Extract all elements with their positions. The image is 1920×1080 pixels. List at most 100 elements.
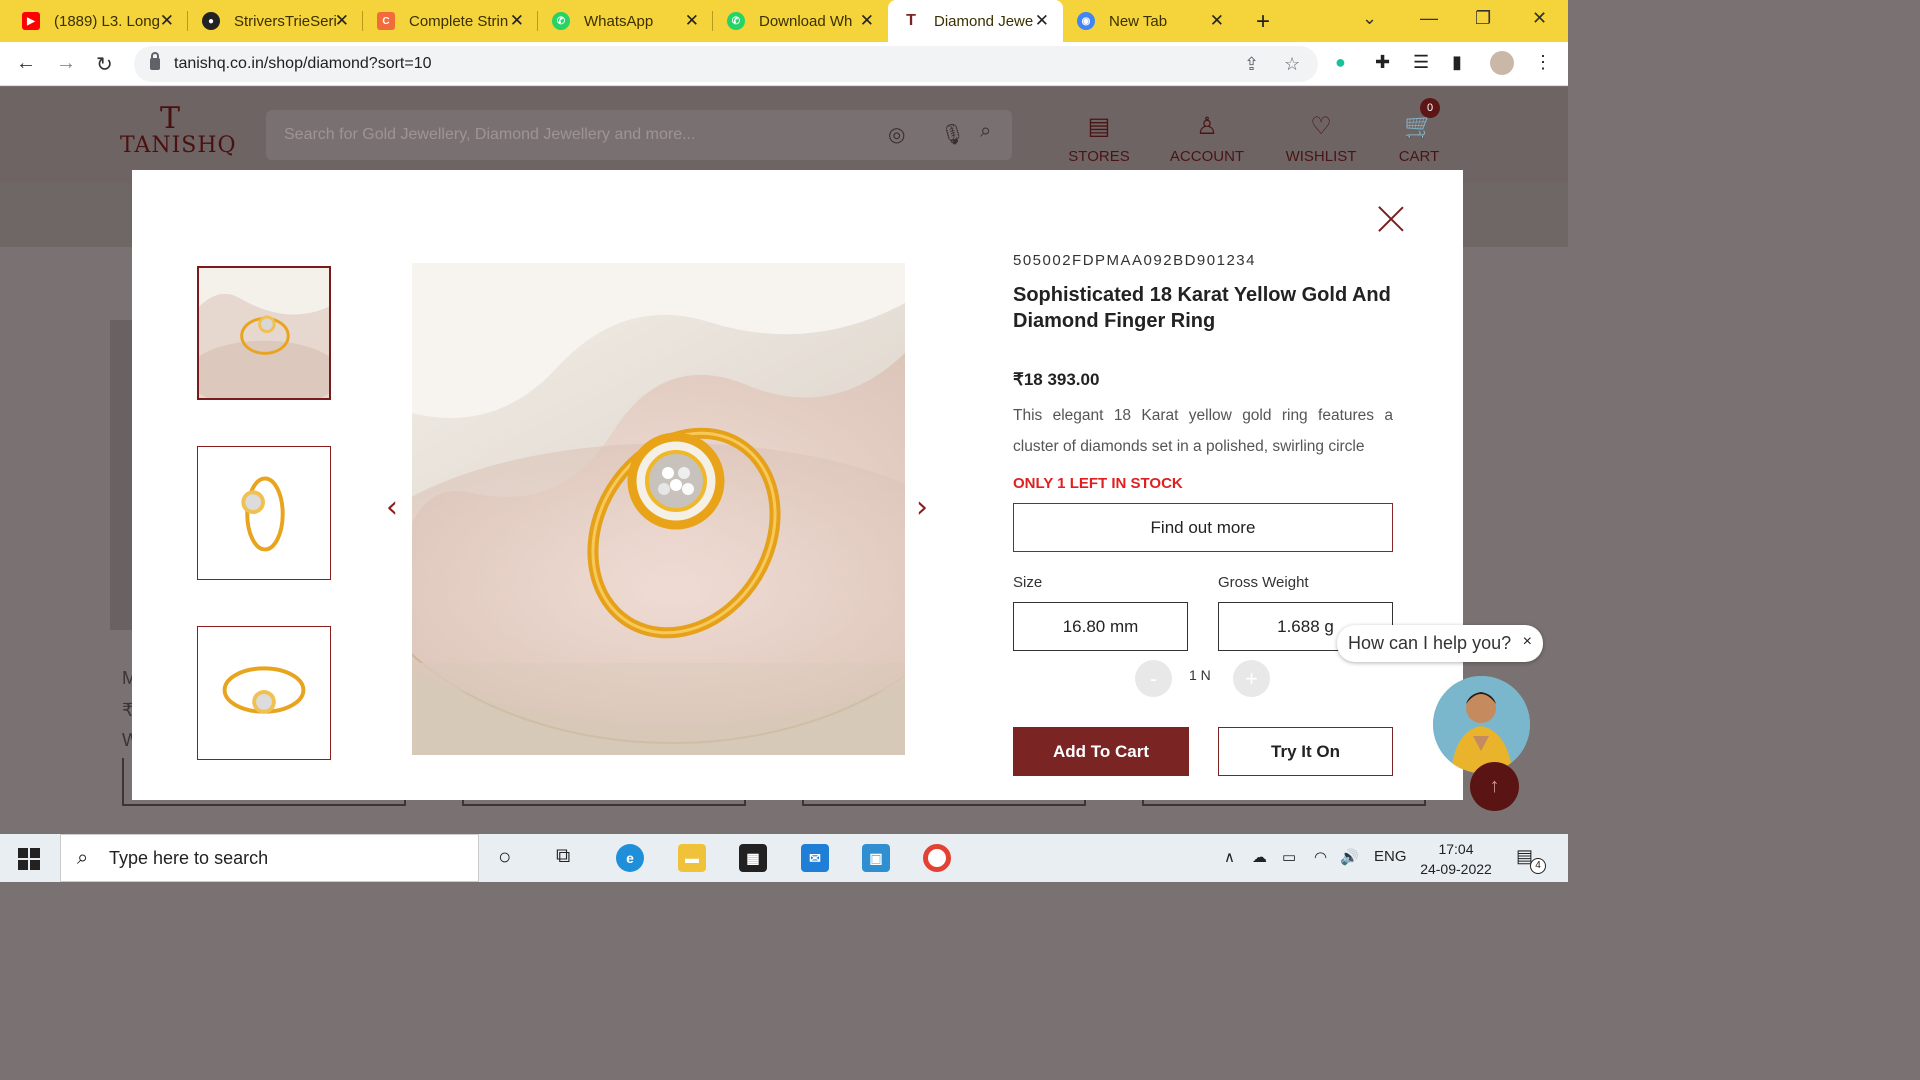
browser-tab-bar: ▶ (1889) L3. Long ✕ ● StriversTrieSeri ✕…: [0, 0, 1568, 42]
media-icon[interactable]: ☰: [1413, 52, 1429, 73]
onedrive-icon[interactable]: ☁: [1252, 848, 1267, 866]
product-description: This elegant 18 Karat yellow gold ring f…: [1013, 407, 1393, 455]
extensions-icon[interactable]: ✚: [1375, 52, 1390, 73]
taskbar-clock[interactable]: 17:04 24-09-2022: [1416, 839, 1496, 879]
chrome-icon: ◉: [1077, 12, 1095, 30]
product-price: ₹18 393.00: [1013, 370, 1100, 389]
reload-icon[interactable]: ↻: [96, 52, 113, 77]
battery-icon[interactable]: ▭: [1282, 848, 1296, 866]
codestudio-icon: C: [377, 12, 395, 30]
nav-stores[interactable]: ▤ STORES: [1054, 112, 1144, 165]
close-window-icon[interactable]: ✕: [1532, 8, 1547, 29]
thumbnail-1[interactable]: [197, 266, 331, 400]
close-tab-icon[interactable]: ✕: [1210, 11, 1224, 31]
chrome-taskbar-icon[interactable]: [923, 844, 951, 872]
language-indicator[interactable]: ENG: [1374, 848, 1407, 865]
bookmark-star-icon[interactable]: ☆: [1284, 54, 1300, 75]
taskbar-search-input[interactable]: ⌕ Type here to search: [60, 834, 479, 882]
ring-on-fabric-thumb: [199, 268, 329, 398]
close-tab-icon[interactable]: ✕: [160, 11, 174, 31]
search-icon[interactable]: ⌕: [980, 120, 991, 143]
assistant-avatar-image: [1433, 676, 1530, 773]
thumbnail-3[interactable]: [197, 626, 331, 760]
tab-search-icon[interactable]: ⌄: [1362, 8, 1377, 29]
microsoft-store-icon[interactable]: ▦: [739, 844, 767, 872]
previous-image-arrow[interactable]: ‹: [386, 490, 398, 525]
close-tab-icon[interactable]: ✕: [510, 11, 524, 31]
nav-cart[interactable]: 🛒 CART: [1374, 112, 1464, 165]
product-sku: 505002FDPMAA092BD901234: [1013, 252, 1256, 269]
close-modal-icon[interactable]: [1378, 206, 1404, 232]
nav-wishlist[interactable]: ♡ WISHLIST: [1276, 112, 1366, 165]
chat-assistant-avatar[interactable]: [1433, 676, 1530, 773]
taskbar-search-placeholder: Type here to search: [109, 847, 269, 868]
show-hidden-icons[interactable]: ∧: [1224, 848, 1235, 866]
tanishq-icon: T: [902, 12, 920, 30]
cortana-icon[interactable]: ○: [498, 844, 511, 870]
edge-icon[interactable]: e: [616, 844, 644, 872]
browser-tab-download-whatsapp[interactable]: ✆ Download Wh ✕: [713, 0, 888, 42]
next-image-arrow[interactable]: ›: [916, 490, 928, 525]
mail-icon[interactable]: ✉: [801, 844, 829, 872]
side-panel-icon[interactable]: ▮: [1452, 52, 1462, 73]
address-bar: ← → ↻ tanishq.co.in/shop/diamond?sort=10…: [0, 42, 1568, 86]
github-icon: ●: [202, 12, 220, 30]
ring-front-thumb: [198, 627, 330, 759]
close-tab-icon[interactable]: ✕: [860, 11, 874, 31]
forward-icon[interactable]: →: [56, 52, 76, 75]
browser-tab-youtube[interactable]: ▶ (1889) L3. Long ✕: [0, 0, 188, 42]
scroll-to-top-button[interactable]: ↑: [1470, 762, 1519, 811]
close-tab-icon[interactable]: ✕: [685, 11, 699, 31]
task-view-icon[interactable]: ⧉: [556, 845, 570, 868]
quantity-decrease-button[interactable]: -: [1135, 660, 1172, 697]
whatsapp-icon: ✆: [727, 12, 745, 30]
chat-prompt-bubble[interactable]: How can I help you? ×: [1337, 625, 1543, 662]
camera-search-icon[interactable]: ◎: [888, 122, 905, 147]
chat-prompt-text: How can I help you?: [1348, 633, 1512, 653]
find-out-more-button[interactable]: Find out more: [1013, 503, 1393, 552]
tanishq-logo[interactable]: T TANISHQ: [120, 101, 237, 159]
logo-text: TANISHQ: [120, 133, 237, 158]
microphone-icon[interactable]: 🎙: [940, 122, 965, 147]
volume-icon[interactable]: 🔊: [1340, 848, 1359, 866]
main-product-image[interactable]: [412, 263, 905, 755]
browser-tab-github[interactable]: ● StriversTrieSeri ✕: [188, 0, 363, 42]
clock-time: 17:04: [1438, 841, 1474, 857]
file-explorer-icon[interactable]: ▬: [678, 844, 706, 872]
size-selector[interactable]: 16.80 mm: [1013, 602, 1188, 651]
search-placeholder: Search for Gold Jewellery, Diamond Jewel…: [284, 126, 696, 143]
logo-mark: T: [159, 101, 180, 136]
browser-tab-whatsapp[interactable]: ✆ WhatsApp ✕: [538, 0, 713, 42]
browser-tab-codestudio[interactable]: C Complete Strin ✕: [363, 0, 538, 42]
minimize-icon[interactable]: —: [1420, 8, 1438, 29]
nav-label: CART: [1398, 148, 1440, 165]
add-to-cart-button[interactable]: Add To Cart: [1013, 727, 1189, 776]
product-quick-view-modal: ‹ › 505002FDPMAA092BD901234 Sophisticate…: [132, 170, 1463, 800]
quantity-increase-button[interactable]: +: [1233, 660, 1270, 697]
share-icon[interactable]: ⇪: [1244, 54, 1259, 75]
menu-kebab-icon[interactable]: ⋮: [1534, 52, 1552, 73]
nav-label: WISHLIST: [1285, 148, 1357, 165]
close-chat-icon[interactable]: ×: [1523, 633, 1532, 651]
thumbnail-2[interactable]: [197, 446, 331, 580]
windows-taskbar: ⌕ Type here to search ○ ⧉ e ▬ ▦ ✉ ▣ ∧ ☁ …: [0, 834, 1568, 882]
grammarly-icon[interactable]: ●: [1335, 52, 1346, 73]
photos-icon[interactable]: ▣: [862, 844, 890, 872]
profile-avatar[interactable]: [1490, 51, 1514, 75]
wifi-icon[interactable]: ◠: [1314, 848, 1327, 866]
close-tab-icon[interactable]: ✕: [1035, 11, 1049, 31]
browser-tab-newtab[interactable]: ◉ New Tab ✕: [1063, 0, 1238, 42]
close-tab-icon[interactable]: ✕: [335, 11, 349, 31]
product-title: Sophisticated 18 Karat Yellow Gold And D…: [1013, 284, 1391, 332]
back-icon[interactable]: ←: [16, 52, 36, 75]
restore-icon[interactable]: ❐: [1475, 8, 1491, 29]
size-label: Size: [1013, 574, 1043, 591]
try-it-on-button[interactable]: Try It On: [1218, 727, 1393, 776]
new-tab-button[interactable]: +: [1256, 8, 1270, 36]
browser-tab-tanishq[interactable]: T Diamond Jewe ✕: [888, 0, 1063, 42]
nav-account[interactable]: ♙ ACCOUNT: [1162, 112, 1252, 165]
stock-status: ONLY 1 LEFT IN STOCK: [1013, 475, 1183, 492]
url-field[interactable]: tanishq.co.in/shop/diamond?sort=10 ⇪ ☆: [134, 46, 1318, 82]
windows-start-icon[interactable]: [18, 848, 40, 870]
cart-icon: 🛒: [1404, 113, 1434, 140]
